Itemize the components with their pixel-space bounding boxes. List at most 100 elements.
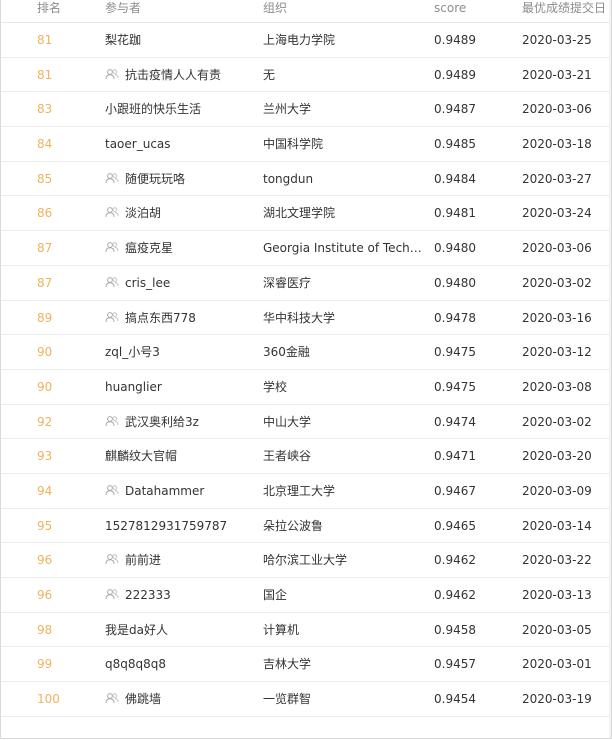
- rank-cell: 81: [37, 33, 53, 47]
- date-cell: 2020-03-19: [522, 692, 592, 707]
- header-rank[interactable]: 排名: [37, 0, 61, 16]
- date-cell: 2020-03-02: [522, 275, 592, 290]
- rank-cell: 92: [37, 414, 53, 429]
- org-cell: 兰州大学: [263, 102, 312, 117]
- org-cell: tongdun: [263, 171, 314, 186]
- rank-cell: 96: [37, 553, 53, 568]
- score-cell: 0.9462: [434, 588, 476, 602]
- participant-name[interactable]: 我是da好人: [105, 623, 168, 637]
- participant-name[interactable]: 抗击疫情人人有责: [125, 68, 221, 82]
- rank-cell: 85: [37, 171, 53, 186]
- team-icon: [105, 241, 119, 253]
- participant-name[interactable]: 小跟班的快乐生活: [105, 102, 201, 116]
- score-cell: 0.9489: [434, 67, 476, 82]
- participant-name[interactable]: 前前进: [125, 553, 161, 567]
- date-cell: 2020-03-13: [522, 588, 592, 602]
- participant-cell[interactable]: zql_小号3: [105, 335, 255, 369]
- rank-cell: 96: [37, 588, 53, 602]
- date-cell: 2020-03-24: [522, 206, 592, 221]
- participant-cell[interactable]: 搞点东西778: [105, 301, 255, 335]
- table-row: 93 麒麟纹大官帽 王者峡谷 0.9471 2020-03-20: [1, 439, 611, 474]
- scrollbar[interactable]: [609, 0, 611, 738]
- date-cell: 2020-03-05: [522, 622, 592, 637]
- header-org[interactable]: 组织: [263, 0, 287, 16]
- header-participant[interactable]: 参与者: [105, 0, 141, 16]
- participant-cell[interactable]: 淡泊胡: [105, 196, 255, 230]
- header-score[interactable]: score: [434, 0, 466, 16]
- participant-cell[interactable]: taoer_ucas: [105, 127, 255, 161]
- org-cell: 无: [263, 67, 276, 82]
- participant-cell[interactable]: 抗击疫情人人有责: [105, 58, 255, 92]
- date-cell: 2020-03-18: [522, 137, 592, 152]
- rank-cell: 95: [37, 518, 53, 533]
- participant-name[interactable]: huanglier: [105, 380, 162, 394]
- participant-name[interactable]: 淡泊胡: [125, 206, 161, 220]
- header-date[interactable]: 最优成绩提交日: [522, 0, 610, 16]
- participant-cell[interactable]: cris_lee: [105, 266, 255, 300]
- rank-cell: 84: [37, 137, 53, 152]
- team-icon: [105, 553, 119, 565]
- team-icon: [105, 172, 119, 184]
- leaderboard-rows: 81 梨花跏 上海电力学院 0.9489 2020-03-25 81 抗击疫情人人有责 无 0.…: [1, 23, 611, 717]
- score-cell: 0.9467: [434, 483, 476, 498]
- date-cell: 2020-03-20: [522, 449, 592, 464]
- participant-cell[interactable]: q8q8q8q8: [105, 647, 255, 681]
- table-row: 94 Datahammer 北京理工大学 0.9467 2020-03-09: [1, 474, 611, 509]
- participant-name[interactable]: taoer_ucas: [105, 137, 171, 151]
- team-icon: [105, 276, 119, 288]
- participant-name[interactable]: 麒麟纹大官帽: [105, 449, 177, 463]
- rank-cell: 87: [37, 241, 53, 256]
- date-cell: 2020-03-14: [522, 518, 592, 533]
- org-cell: 国企: [263, 588, 288, 602]
- participant-name[interactable]: q8q8q8q8: [105, 657, 166, 671]
- participant-name[interactable]: Datahammer: [125, 484, 204, 498]
- participant-name[interactable]: zql_小号3: [105, 345, 160, 359]
- table-row: 87 cris_lee 深睿医疗 0.9480 2020-03-02: [1, 266, 611, 301]
- org-cell: 北京理工大学: [263, 483, 336, 498]
- score-cell: 0.9489: [434, 33, 476, 47]
- participant-cell[interactable]: 前前进: [105, 543, 255, 577]
- org-cell: Georgia Institute of Technology: [263, 241, 425, 256]
- table-row: 96 前前进 哈尔滨工业大学 0.9462 2020-03-22: [1, 543, 611, 578]
- date-cell: 2020-03-16: [522, 310, 592, 325]
- table-row: 83 小跟班的快乐生活 兰州大学 0.9487 2020-03-06: [1, 92, 611, 128]
- participant-name[interactable]: 随便玩玩咯: [125, 172, 185, 186]
- table-row: 90 huanglier 学校 0.9475 2020-03-08: [1, 370, 611, 405]
- participant-cell[interactable]: 瘟疫克星: [105, 231, 255, 265]
- org-cell: 360金融: [263, 345, 310, 360]
- rank-cell: 86: [37, 206, 53, 221]
- participant-name[interactable]: 梨花跏: [105, 33, 141, 47]
- participant-cell[interactable]: 222333: [105, 578, 255, 612]
- participant-name[interactable]: cris_lee: [125, 276, 170, 290]
- date-cell: 2020-03-22: [522, 553, 592, 568]
- table-row: 84 taoer_ucas 中国科学院 0.9485 2020-03-18: [1, 127, 611, 162]
- participant-cell[interactable]: 我是da好人: [105, 613, 255, 647]
- participant-name[interactable]: 武汉奥利给3z: [125, 415, 199, 429]
- table-row: 100 佛跳墙 一览群智 0.9454 2020-03-19: [1, 682, 611, 717]
- org-cell: 王者峡谷: [263, 449, 312, 464]
- participant-cell[interactable]: 小跟班的快乐生活: [105, 92, 255, 126]
- rank-cell: 94: [37, 483, 53, 498]
- date-cell: 2020-03-21: [522, 67, 592, 82]
- rank-cell: 87: [37, 275, 53, 290]
- team-icon: [105, 692, 119, 704]
- participant-cell[interactable]: 佛跳墙: [105, 682, 255, 716]
- org-cell: 吉林大学: [263, 657, 312, 672]
- participant-cell[interactable]: 武汉奥利给3z: [105, 405, 255, 439]
- participant-cell[interactable]: 麒麟纹大官帽: [105, 439, 255, 473]
- score-cell: 0.9454: [434, 692, 476, 707]
- table-row: 96 222333 国企 0.9462 2020-03-13: [1, 578, 611, 613]
- participant-name[interactable]: 佛跳墙: [125, 692, 161, 706]
- participant-cell[interactable]: 随便玩玩咯: [105, 162, 255, 196]
- participant-name[interactable]: 瘟疫克星: [125, 241, 173, 255]
- rank-cell: 93: [37, 449, 53, 464]
- participant-cell[interactable]: huanglier: [105, 370, 255, 404]
- participant-cell[interactable]: 梨花跏: [105, 23, 255, 57]
- participant-cell[interactable]: 1527812931759787: [105, 509, 255, 543]
- participant-cell[interactable]: Datahammer: [105, 474, 255, 508]
- team-icon: [105, 415, 119, 427]
- date-cell: 2020-03-09: [522, 483, 592, 498]
- participant-name[interactable]: 222333: [125, 588, 171, 602]
- participant-name[interactable]: 搞点东西778: [125, 311, 196, 325]
- participant-name[interactable]: 1527812931759787: [105, 519, 227, 533]
